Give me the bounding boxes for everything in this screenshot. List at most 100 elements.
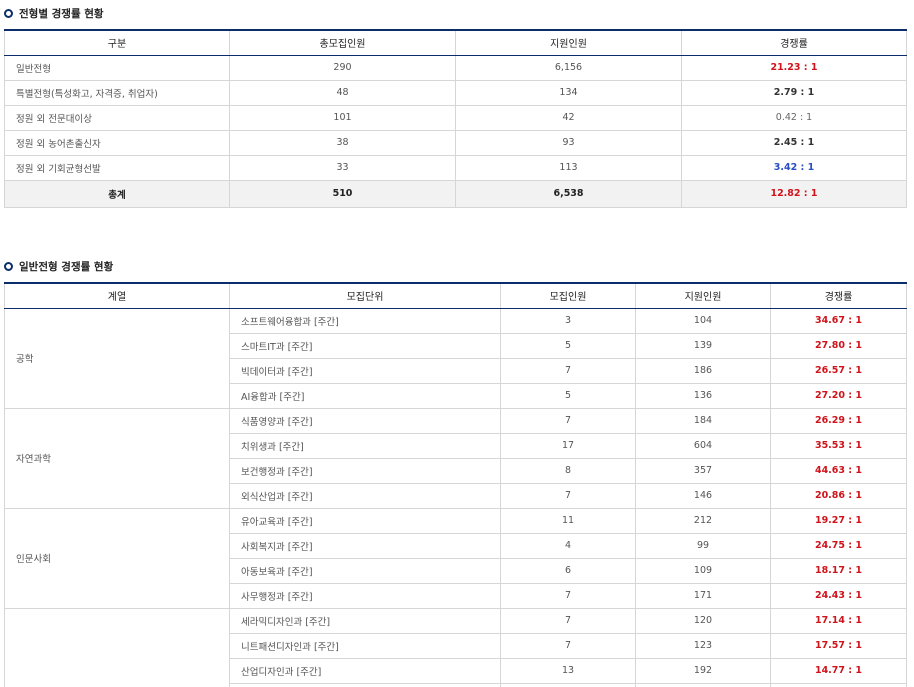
total-row: 총계 510 6,538 12.82 : 1 <box>4 179 907 208</box>
row-unit: 치위생과 [주간] <box>229 432 501 459</box>
row-applicants: 139 <box>635 332 771 359</box>
row-unit: 유아교육과 [주간] <box>229 507 501 534</box>
total-recruit: 510 <box>229 179 456 208</box>
row-recruit: 48 <box>229 79 456 106</box>
row-rate: 2.45 : 1 <box>681 129 907 156</box>
header-category: 구분 <box>4 30 230 56</box>
row-recruit: 33 <box>229 154 456 181</box>
section2-title: 일반전형 경쟁률 현황 <box>4 259 113 274</box>
row-recruit: 7 <box>500 582 636 609</box>
table-row: 세라믹디자인과 [주간] 7 120 17.14 : 1 <box>4 607 907 687</box>
row-rate: 44.63 : 1 <box>770 457 907 484</box>
total-label: 총계 <box>4 179 230 208</box>
bullet-icon <box>4 262 13 271</box>
row-rate: 24.75 : 1 <box>770 532 907 559</box>
row-field <box>4 607 230 687</box>
header-applicants: 지원인원 <box>635 282 771 309</box>
row-applicants: 113 <box>455 154 682 181</box>
row-applicants: 93 <box>455 129 682 156</box>
row-rate <box>770 682 907 687</box>
competition-by-type-table: 구분 총모집인원 지원인원 경쟁률 일반전형 290 6,156 21.23 : 1특… <box>4 29 907 208</box>
row-applicants: 6,156 <box>455 54 682 81</box>
row-unit: 사무행정과 [주간] <box>229 582 501 609</box>
row-unit: 사회복지과 [주간] <box>229 532 501 559</box>
row-unit: 보건행정과 [주간] <box>229 457 501 484</box>
row-recruit: 13 <box>500 657 636 684</box>
row-recruit: 290 <box>229 54 456 81</box>
row-applicants: 109 <box>635 557 771 584</box>
total-rate: 12.82 : 1 <box>681 179 907 208</box>
row-applicants: 146 <box>635 482 771 509</box>
row-rate: 0.42 : 1 <box>681 104 907 131</box>
header-field: 계열 <box>4 282 230 309</box>
row-recruit: 8 <box>500 457 636 484</box>
row-rate: 2.79 : 1 <box>681 79 907 106</box>
row-rate: 20.86 : 1 <box>770 482 907 509</box>
row-rate: 26.57 : 1 <box>770 357 907 384</box>
header-rate: 경쟁률 <box>681 30 907 56</box>
row-field: 공학 <box>4 307 230 409</box>
row-applicants: 184 <box>635 407 771 434</box>
table-row: 인문사회 유아교육과 [주간] 11 212 19.27 : 1 <box>4 507 907 609</box>
row-recruit: 3 <box>500 307 636 334</box>
row-rate: 27.20 : 1 <box>770 382 907 409</box>
row-unit <box>229 682 501 687</box>
row-applicants: 171 <box>635 582 771 609</box>
row-recruit: 17 <box>500 432 636 459</box>
total-applicants: 6,538 <box>455 179 682 208</box>
row-rate: 17.14 : 1 <box>770 607 907 634</box>
row-applicants <box>635 682 771 687</box>
header-recruit: 모집인원 <box>500 282 636 309</box>
row-applicants: 104 <box>635 307 771 334</box>
row-unit: 산업디자인과 [주간] <box>229 657 501 684</box>
row-unit: 외식산업과 [주간] <box>229 482 501 509</box>
table-row: 특별전형(특성화고, 자격증, 취업자) 48 134 2.79 : 1 <box>4 79 907 106</box>
row-applicants: 186 <box>635 357 771 384</box>
row-rate: 26.29 : 1 <box>770 407 907 434</box>
header-total-recruit: 총모집인원 <box>229 30 456 56</box>
table-row: 자연과학 식품영양과 [주간] 7 184 26.29 : 1 <box>4 407 907 509</box>
row-recruit: 6 <box>500 557 636 584</box>
row-recruit: 4 <box>500 532 636 559</box>
row-applicants: 99 <box>635 532 771 559</box>
row-rate: 34.67 : 1 <box>770 307 907 334</box>
row-recruit: 7 <box>500 607 636 634</box>
row-recruit: 7 <box>500 357 636 384</box>
table-row: 공학 소프트웨어융합과 [주간] 3 104 34.67 : 1 <box>4 307 907 409</box>
row-category: 정원 외 기회균형선발 <box>4 154 230 181</box>
row-recruit <box>500 682 636 687</box>
bullet-icon <box>4 9 13 18</box>
row-rate: 3.42 : 1 <box>681 154 907 181</box>
header-unit: 모집단위 <box>229 282 501 309</box>
row-rate: 35.53 : 1 <box>770 432 907 459</box>
row-category: 특별전형(특성화고, 자격증, 취업자) <box>4 79 230 106</box>
row-field: 자연과학 <box>4 407 230 509</box>
row-recruit: 11 <box>500 507 636 534</box>
row-rate: 21.23 : 1 <box>681 54 907 81</box>
section1-title-text: 전형별 경쟁률 현황 <box>19 8 104 20</box>
row-applicants: 604 <box>635 432 771 459</box>
row-rate: 27.80 : 1 <box>770 332 907 359</box>
header-applicants: 지원인원 <box>455 30 682 56</box>
row-applicants: 136 <box>635 382 771 409</box>
row-unit: 세라믹디자인과 [주간] <box>229 607 501 634</box>
row-unit: 아동보육과 [주간] <box>229 557 501 584</box>
section2-title-text: 일반전형 경쟁률 현황 <box>19 261 114 273</box>
row-recruit: 5 <box>500 382 636 409</box>
row-recruit: 7 <box>500 482 636 509</box>
row-category: 일반전형 <box>4 54 230 81</box>
table-row: 정원 외 농어촌출신자 38 93 2.45 : 1 <box>4 129 907 156</box>
table-row: 정원 외 기회균형선발 33 113 3.42 : 1 <box>4 154 907 181</box>
row-recruit: 7 <box>500 407 636 434</box>
row-unit: 빅데이터과 [주간] <box>229 357 501 384</box>
row-applicants: 134 <box>455 79 682 106</box>
row-recruit: 7 <box>500 632 636 659</box>
row-unit: 스마트IT과 [주간] <box>229 332 501 359</box>
row-rate: 24.43 : 1 <box>770 582 907 609</box>
row-applicants: 357 <box>635 457 771 484</box>
row-recruit: 5 <box>500 332 636 359</box>
row-rate: 18.17 : 1 <box>770 557 907 584</box>
row-unit: 니트패션디자인과 [주간] <box>229 632 501 659</box>
row-applicants: 42 <box>455 104 682 131</box>
row-unit: 소프트웨어융합과 [주간] <box>229 307 501 334</box>
